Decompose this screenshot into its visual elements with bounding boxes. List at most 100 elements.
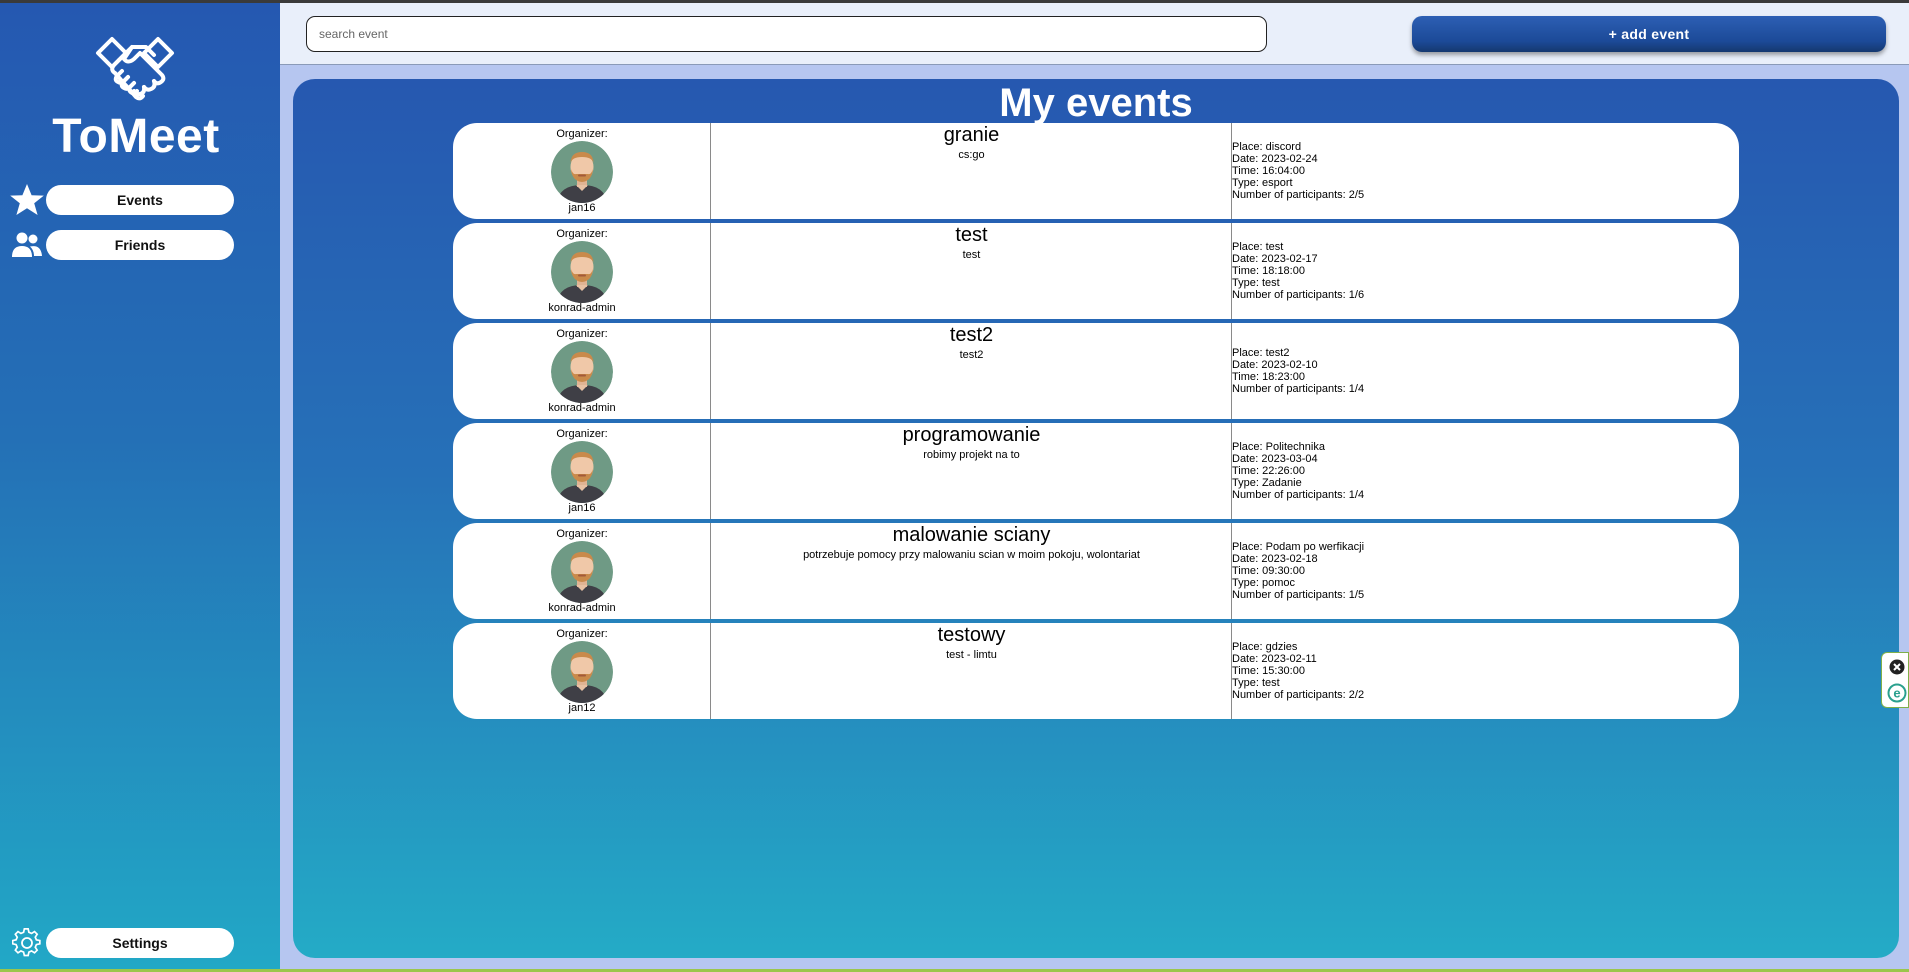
event-card[interactable]: Organizer: jan16 (453, 423, 1739, 519)
extension-e-icon[interactable]: e (1887, 683, 1907, 703)
event-title[interactable]: testowy (711, 624, 1232, 647)
avatar[interactable] (551, 141, 613, 203)
handshake-icon (92, 31, 178, 107)
event-details-column: Place: test Date: 2023-02-17 Time: 18:18:0… (1232, 223, 1739, 319)
event-summary-column: granie cs:go (711, 123, 1232, 219)
event-detail-line: Place: test (1232, 241, 1284, 253)
event-card[interactable]: Organizer: jan12 testowy test - limtu Pl… (453, 623, 1739, 719)
event-detail-line: Number of participants: 1/4 (1232, 489, 1365, 501)
settings-button[interactable]: Settings (46, 928, 234, 958)
event-card[interactable]: Organizer: konrad-admin (453, 323, 1739, 419)
event-detail-line: Place: Politechnika (1232, 441, 1325, 453)
event-detail-line: Number of participants: 2/2 (1232, 689, 1365, 701)
event-detail-line: Place: discord (1232, 141, 1302, 153)
event-title[interactable]: test (711, 224, 1232, 247)
event-title[interactable]: test2 (711, 324, 1232, 347)
event-detail-line: Date: 2023-02-18 (1232, 553, 1318, 565)
organizer-name[interactable]: jan16 (453, 502, 711, 514)
event-description: test (962, 249, 981, 261)
floating-extension-widget[interactable]: e (1881, 652, 1909, 708)
event-card[interactable]: Organizer: jan16 (453, 123, 1739, 219)
organizer-column: Organizer: jan12 (453, 623, 711, 719)
event-summary-column: test test (711, 223, 1232, 319)
organizer-label: Organizer: (556, 628, 608, 640)
organizer-name[interactable]: konrad-admin (453, 602, 711, 614)
event-detail-line: Time: 18:23:00 (1232, 371, 1305, 383)
organizer-label: Organizer: (556, 228, 608, 240)
friends-button[interactable]: Friends (46, 230, 234, 260)
event-detail-line: Type: pomoc (1232, 577, 1295, 589)
gear-icon (8, 926, 46, 960)
event-description: potrzebuje pomocy przy malowaniu scian w… (803, 549, 1140, 561)
event-detail-line: Time: 16:04:00 (1232, 165, 1305, 177)
event-detail-line: Time: 15:30:00 (1232, 665, 1305, 677)
close-icon[interactable] (1889, 659, 1905, 675)
event-details: Place: gdzies Date: 2023-02-11 Time: 15:30… (1232, 623, 1739, 719)
top-bar: + add event (280, 3, 1909, 65)
event-detail-line: Place: Podam po werfikacji (1232, 541, 1365, 553)
sidebar: ToMeet Events Friends Settings (0, 3, 280, 969)
event-detail-line: Date: 2023-02-11 (1232, 653, 1317, 665)
users-icon (8, 228, 46, 262)
event-title[interactable]: malowanie sciany (711, 524, 1232, 547)
organizer-column: Organizer: konrad-admin (453, 223, 711, 319)
events-panel: My events Organizer: jan16 granie cs:go … (293, 79, 1899, 958)
event-details: Place: Politechnika Date: 2023-03-04 Time:… (1232, 423, 1739, 519)
organizer-name[interactable]: jan12 (453, 702, 711, 714)
organizer-label: Organizer: (556, 428, 608, 440)
avatar[interactable] (551, 641, 613, 703)
event-summary-column: programowanie robimy projekt na to (711, 423, 1232, 519)
event-detail-line: Time: 09:30:00 (1232, 565, 1305, 577)
event-card[interactable]: Organizer: konrad-admin (453, 223, 1739, 319)
organizer-label: Organizer: (556, 528, 608, 540)
avatar[interactable] (551, 341, 613, 403)
event-description: test2 (959, 349, 984, 361)
event-description: cs:go (958, 149, 985, 161)
organizer-label: Organizer: (556, 328, 608, 340)
page-title: My events (999, 81, 1193, 125)
event-detail-line: Date: 2023-02-17 (1232, 253, 1318, 265)
organizer-column: Organizer: konrad-admin (453, 323, 711, 419)
organizer-name[interactable]: jan16 (453, 202, 711, 214)
event-title[interactable]: granie (711, 124, 1232, 147)
nav-friends[interactable]: Friends (8, 228, 234, 262)
organizer-name[interactable]: konrad-admin (453, 402, 711, 414)
event-detail-line: Type: test (1232, 277, 1280, 289)
add-event-button[interactable]: + add event (1412, 16, 1886, 52)
organizer-label: Organizer: (556, 128, 608, 140)
nav-events[interactable]: Events (8, 183, 234, 217)
event-detail-line: Date: 2023-03-04 (1232, 453, 1318, 465)
organizer-column: Organizer: jan16 (453, 123, 711, 219)
event-title[interactable]: programowanie (711, 424, 1232, 447)
event-detail-line: Number of participants: 1/4 (1232, 383, 1365, 395)
event-details-column: Place: test2 Date: 2023-02-10 Time: 18:23:… (1232, 323, 1739, 419)
event-detail-line: Type: esport (1232, 177, 1293, 189)
event-detail-line: Number of participants: 1/6 (1232, 289, 1365, 301)
search-input[interactable] (306, 16, 1267, 52)
event-summary-column: testowy test - limtu (711, 623, 1232, 719)
event-details-column: Place: Politechnika Date: 2023-03-04 Time:… (1232, 423, 1739, 519)
event-details: Place: test Date: 2023-02-17 Time: 18:18:0… (1232, 223, 1739, 319)
event-detail-line: Place: test2 (1232, 347, 1290, 359)
nav-settings[interactable]: Settings (8, 926, 234, 960)
event-description: robimy projekt na to (923, 449, 1020, 461)
event-detail-line: Date: 2023-02-10 (1232, 359, 1318, 371)
event-details-column: Place: discord Date: 2023-02-24 Time: 16:0… (1232, 123, 1739, 219)
organizer-column: Organizer: jan16 (453, 423, 711, 519)
event-detail-line: Type: test (1232, 677, 1280, 689)
event-summary-column: test2 test2 (711, 323, 1232, 419)
organizer-name[interactable]: konrad-admin (453, 302, 711, 314)
avatar[interactable] (551, 541, 613, 603)
avatar[interactable] (551, 241, 613, 303)
event-detail-line: Time: 22:26:00 (1232, 465, 1305, 477)
event-detail-line: Number of participants: 2/5 (1232, 189, 1365, 201)
organizer-column: Organizer: konrad-admin (453, 523, 711, 619)
events-button[interactable]: Events (46, 185, 234, 215)
event-details-column: Place: gdzies Date: 2023-02-11 Time: 15:30… (1232, 623, 1739, 719)
avatar[interactable] (551, 441, 613, 503)
event-detail-line: Type: Zadanie (1232, 477, 1302, 489)
brand-title: ToMeet (52, 110, 220, 163)
event-card[interactable]: Organizer: konrad-admin (453, 523, 1739, 619)
event-detail-line: Time: 18:18:00 (1232, 265, 1305, 277)
event-details: Place: discord Date: 2023-02-24 Time: 16:0… (1232, 123, 1739, 219)
